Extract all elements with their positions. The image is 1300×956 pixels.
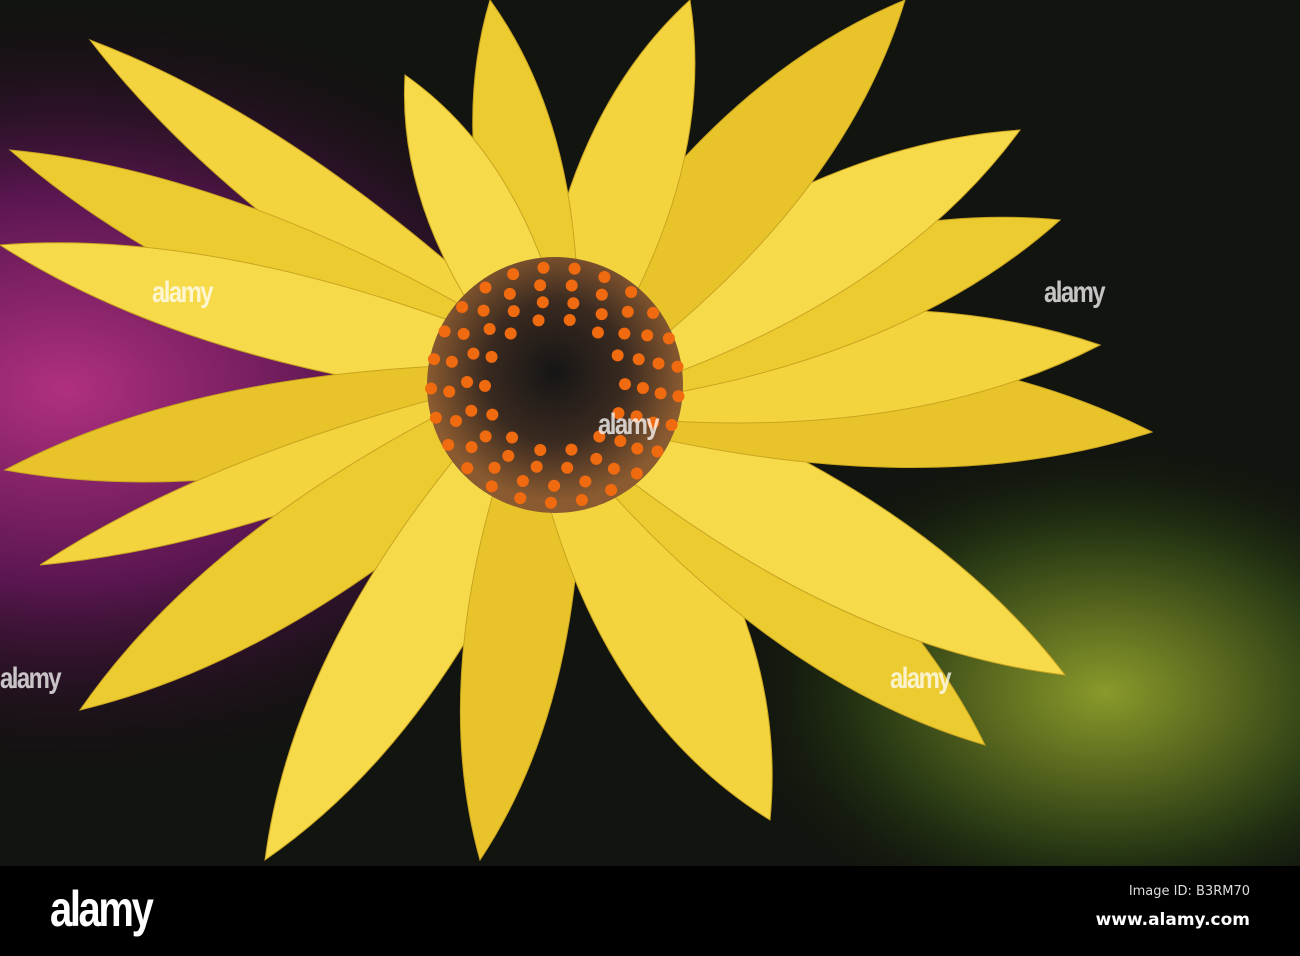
- pollen-floret: [665, 419, 678, 432]
- pollen-floret: [461, 376, 474, 389]
- pollen-floret: [438, 325, 451, 338]
- pollen-floret: [595, 288, 608, 301]
- pollen-floret: [429, 411, 442, 424]
- watermark: alamy: [1044, 276, 1106, 309]
- pollen-floret: [565, 279, 578, 292]
- pollen-floret: [425, 382, 438, 395]
- pollen-floret: [445, 355, 458, 368]
- pollen-floret: [536, 296, 549, 309]
- pollen-floret: [548, 479, 561, 492]
- pollen-floret: [428, 353, 441, 366]
- pollen-floret: [567, 297, 580, 310]
- pollen-floret: [544, 496, 557, 509]
- pollen-floret: [485, 350, 498, 363]
- pollen-floret: [605, 484, 618, 497]
- pollen-floret: [486, 408, 499, 421]
- pollen-floret: [631, 442, 644, 455]
- pollen-floret: [443, 385, 456, 398]
- watermark: alamy: [152, 276, 214, 309]
- pollen-floret: [652, 357, 665, 370]
- pollen-floret: [477, 304, 490, 317]
- pollen-floret: [591, 326, 604, 339]
- pollen-floret: [465, 404, 478, 417]
- pollen-floret: [611, 349, 624, 362]
- pollen-floret: [672, 390, 685, 403]
- pollen-floret: [504, 327, 517, 340]
- pollen-floret: [467, 347, 480, 360]
- pollen-floret: [502, 449, 515, 462]
- alamy-logo[interactable]: alamy: [50, 880, 154, 938]
- pollen-floret: [630, 467, 643, 480]
- pollen-floret: [651, 445, 664, 458]
- pollen-floret: [625, 286, 638, 299]
- pollen-floret: [507, 268, 520, 281]
- pollen-floret: [595, 308, 608, 321]
- pollen-floret: [442, 438, 455, 451]
- pollen-floret: [488, 461, 501, 474]
- pollen-floret: [568, 262, 581, 275]
- pollen-floret: [641, 329, 654, 342]
- pollen-floret: [534, 444, 547, 457]
- pollen-floret: [530, 460, 543, 473]
- pollen-floret: [449, 414, 462, 427]
- pollen-floret: [632, 353, 645, 366]
- pollen-floret: [507, 305, 520, 318]
- pollen-floret: [534, 279, 547, 292]
- pollen-floret: [456, 300, 469, 313]
- footer-bar: alamy Image ID: B3RM70 www.alamy.com: [0, 866, 1300, 956]
- stock-photo: alamy alamy alamy alamy alamy alamy Imag…: [0, 0, 1300, 956]
- pollen-floret: [590, 452, 603, 465]
- pollen-floret: [654, 387, 667, 400]
- pollen-floret: [621, 305, 634, 318]
- pollen-floret: [671, 360, 684, 373]
- pollen-floret: [662, 332, 675, 345]
- pollen-floret: [598, 270, 611, 283]
- pollen-floret: [561, 461, 574, 474]
- pollen-floret: [647, 306, 660, 319]
- pollen-floret: [506, 431, 519, 444]
- pollen-floret: [563, 313, 576, 326]
- pollen-floret: [618, 327, 631, 340]
- pollen-floret: [479, 281, 492, 294]
- pollen-floret: [457, 327, 470, 340]
- pollen-floret: [479, 430, 492, 443]
- website-link[interactable]: www.alamy.com: [1096, 910, 1250, 930]
- pollen-floret: [483, 323, 496, 336]
- pollen-floret: [575, 493, 588, 506]
- pollen-floret: [503, 287, 516, 300]
- pollen-floret: [618, 378, 631, 391]
- pollen-floret: [532, 314, 545, 327]
- pollen-floret: [579, 475, 592, 488]
- pollen-floret: [465, 441, 478, 454]
- pollen-floret: [516, 474, 529, 487]
- pollen-floret: [537, 261, 550, 274]
- pollen-floret: [461, 462, 474, 475]
- pollen-floret: [636, 381, 649, 394]
- image-id: Image ID: B3RM70: [1128, 884, 1250, 899]
- watermark: alamy: [598, 408, 660, 441]
- pollen-floret: [479, 379, 492, 392]
- watermark: alamy: [890, 662, 952, 695]
- watermark: alamy: [0, 662, 62, 695]
- pollen-floret: [565, 443, 578, 456]
- pollen-floret: [514, 492, 527, 505]
- pollen-floret: [607, 462, 620, 475]
- pollen-floret: [485, 480, 498, 493]
